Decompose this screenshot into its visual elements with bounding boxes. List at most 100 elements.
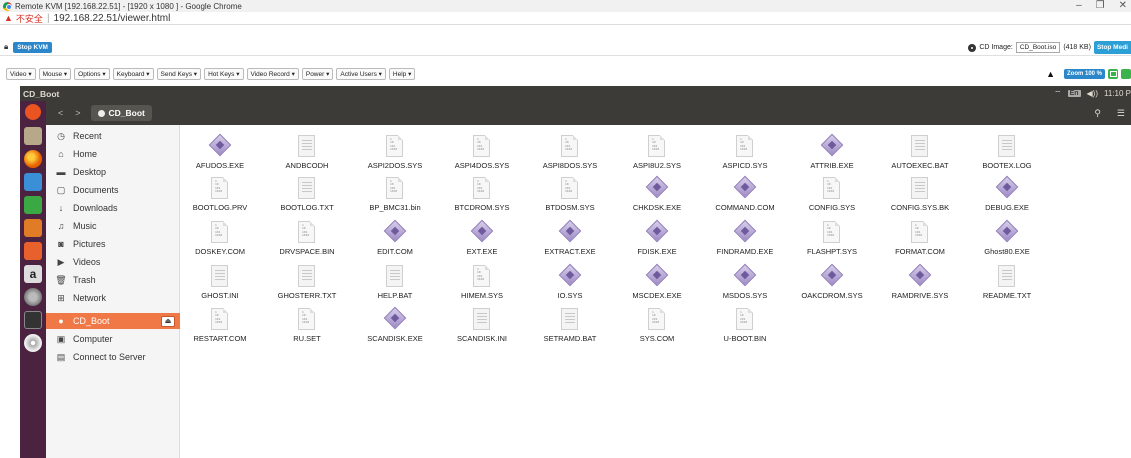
file-item[interactable]: 1 10 101 1010 SYS.COM [617,308,697,346]
menu-power[interactable]: Power ▾ [301,68,334,80]
files-icon[interactable] [24,127,42,145]
file-item[interactable]: SCANDISK.EXE [355,306,435,346]
file-item[interactable]: 1 10 101 1010 FLASHPT.SYS [792,221,872,259]
file-item[interactable]: SETRAMD.BAT [530,308,610,346]
file-item[interactable]: EXTRACT.EXE [530,219,610,259]
clock[interactable]: 11:10 P [1104,89,1131,98]
stop-kvm-button[interactable]: Stop KVM [13,41,52,53]
file-item[interactable]: MSDOS.SYS [705,263,785,303]
wifi-icon[interactable]: ⌔ [1054,89,1062,99]
file-item[interactable]: MSCDEX.EXE [617,263,697,303]
sidebar-item-documents[interactable]: ▢ Documents [46,182,180,198]
file-item[interactable]: ATTRIB.EXE [792,133,872,173]
file-item[interactable]: EXT.EXE [442,219,522,259]
volume-icon[interactable]: ◀)) [1087,89,1098,98]
search-icon[interactable]: ⚲ [1094,108,1101,119]
file-item[interactable]: RAMDRIVE.SYS [880,263,960,303]
maximize-icon[interactable]: ❐ [1096,0,1105,12]
menu-video[interactable]: Video ▾ [6,68,36,80]
cd-image-field[interactable]: CD_Boot.iso [1015,42,1061,53]
file-item[interactable]: 1 10 101 1010 BP_BMC31.bin [355,177,435,215]
minimize-icon[interactable]: – [1076,0,1082,12]
menu-hot-keys[interactable]: Hot Keys ▾ [204,68,244,80]
terminal-icon[interactable] [24,311,42,329]
sidebar-item-downloads[interactable]: ↓ Downloads [46,200,180,216]
file-item[interactable]: 1 10 101 1010 FORMAT.COM [880,221,960,259]
file-item[interactable]: 1 10 101 1010 ASPI8DOS.SYS [530,135,610,173]
file-item[interactable]: BOOTEX.LOG [967,135,1047,173]
language-indicator[interactable]: En [1067,90,1081,97]
remote-screen[interactable]: CD_Boot ⌔ En ◀)) 11:10 P a < > CD_Boot ⚲… [20,86,1131,458]
sidebar-item-videos[interactable]: ▶ Videos [46,254,180,270]
file-item[interactable]: 1 10 101 1010 RESTART.COM [180,308,260,346]
file-item[interactable]: 1 10 101 1010 BOOTLOG.PRV [180,177,260,215]
address-bar[interactable]: ▲ 不安全 | 192.168.22.51/viewer.html [0,12,1131,25]
menu-mouse[interactable]: Mouse ▾ [38,68,72,80]
file-item[interactable]: AFUDOS.EXE [180,133,260,173]
writer-icon[interactable] [24,173,42,191]
sidebar-item-desktop[interactable]: ▬ Desktop [46,164,180,180]
fullscreen-icon[interactable] [1108,69,1118,79]
file-item[interactable]: 1 10 101 1010 ASPICD.SYS [705,135,785,173]
sidebar-item-music[interactable]: ♫ Music [46,218,180,234]
eject-icon[interactable]: ⏏ [161,315,175,327]
software-center-icon[interactable] [24,242,42,260]
file-item[interactable]: DEBUG.EXE [967,175,1047,215]
file-item[interactable]: GHOST.INI [180,265,260,303]
file-item[interactable]: 1 10 101 1010 U-BOOT.BIN [705,308,785,346]
menu-send-keys[interactable]: Send Keys ▾ [156,68,202,80]
file-item[interactable]: 1 10 101 1010 RU.SET [267,308,347,346]
dash-icon[interactable] [25,104,41,120]
settings-icon[interactable] [24,288,42,306]
file-item[interactable]: COMMAND.COM [705,175,785,215]
file-item[interactable]: FINDRAMD.EXE [705,219,785,259]
file-item[interactable]: 1 10 101 1010 HIMEM.SYS [442,265,522,303]
file-item[interactable]: 1 10 101 1010 ASPI2DOS.SYS [355,135,435,173]
sidebar-item-home[interactable]: ⌂ Home [46,146,180,162]
file-item[interactable]: AUTOEXEC.BAT [880,135,960,173]
file-item[interactable]: 1 10 101 1010 ASPI4DOS.SYS [442,135,522,173]
file-item[interactable]: CHKDSK.EXE [617,175,697,215]
file-item[interactable]: IO.SYS [530,263,610,303]
file-item[interactable]: HELP.BAT [355,265,435,303]
alert-icon[interactable]: ▲ [1046,69,1055,79]
menu-active-users[interactable]: Active Users ▾ [336,68,386,80]
file-item[interactable]: OAKCDROM.SYS [792,263,872,303]
zoom-button[interactable]: Zoom 100 % [1063,69,1105,79]
view-list-icon[interactable]: ☰ [1117,108,1125,119]
sidebar-item-trash[interactable]: 🗑 Trash [46,272,180,288]
file-item[interactable]: 1 10 101 1010 BTCDROM.SYS [442,177,522,215]
file-item[interactable]: 1 10 101 1010 DOSKEY.COM [180,221,260,259]
file-item[interactable]: Ghost80.EXE [967,219,1047,259]
file-item[interactable]: EDIT.COM [355,219,435,259]
file-item[interactable]: README.TXT [967,265,1047,303]
path-button[interactable]: CD_Boot [90,105,152,121]
menu-help[interactable]: Help ▾ [388,68,416,80]
menu-keyboard[interactable]: Keyboard ▾ [112,68,154,80]
insecure-label[interactable]: 不安全 [16,12,43,25]
impress-icon[interactable] [24,219,42,237]
file-item[interactable]: CONFIG.SYS.BK [880,177,960,215]
green-action-icon[interactable] [1121,69,1131,79]
stop-media-button[interactable]: Stop Medi [1093,41,1131,54]
file-item[interactable]: ANDBCODH [267,135,347,173]
file-item[interactable]: 1 10 101 1010 CONFIG.SYS [792,177,872,215]
sidebar-item-computer[interactable]: ▣ Computer [46,331,180,347]
amazon-icon[interactable]: a [24,265,42,283]
back-icon[interactable]: < [58,108,63,118]
firefox-icon[interactable] [24,150,42,168]
menu-video-record[interactable]: Video Record ▾ [246,68,299,80]
menu-options[interactable]: Options ▾ [74,68,110,80]
file-item[interactable]: 1 10 101 1010 BTDOSM.SYS [530,177,610,215]
sidebar-item-connect-to-server[interactable]: ▤ Connect to Server [46,349,180,365]
sidebar-item-network[interactable]: ⊞ Network [46,290,180,306]
file-item[interactable]: 1 10 101 1010 DRVSPACE.BIN [267,221,347,259]
file-item[interactable]: SCANDISK.INI [442,308,522,346]
cd-drive-icon[interactable] [24,334,42,352]
sidebar-item-recent[interactable]: ◷ Recent [46,128,180,144]
close-icon[interactable]: ✕ [1119,0,1127,12]
calc-icon[interactable] [24,196,42,214]
file-item[interactable]: BOOTLOG.TXT [267,177,347,215]
file-item[interactable]: GHOSTERR.TXT [267,265,347,303]
sidebar-item-pictures[interactable]: ◙ Pictures [46,236,180,252]
